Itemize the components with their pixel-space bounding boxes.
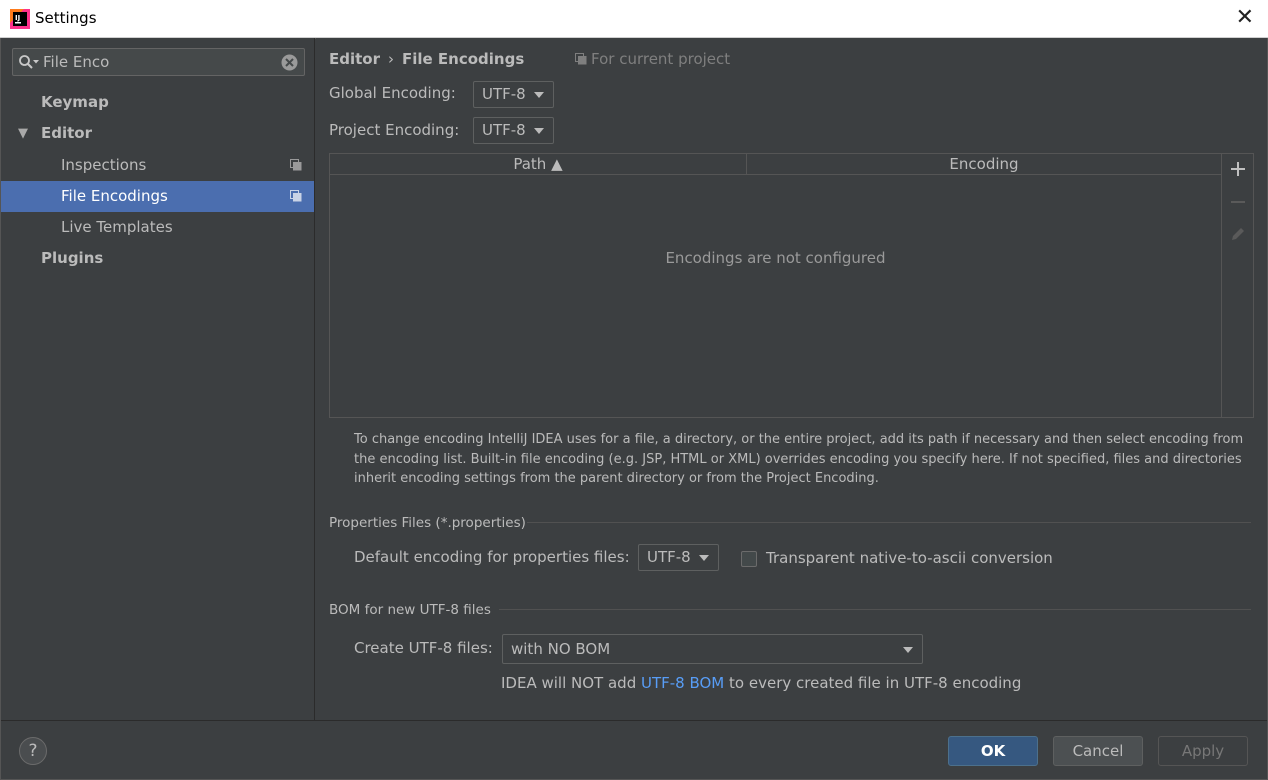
dropdown-value: with NO BOM [511,640,611,658]
sidebar-item-live-templates[interactable]: Live Templates [1,212,314,243]
dropdown-value: UTF-8 [647,548,691,566]
create-utf8-label: Create UTF-8 files: [354,639,493,657]
breadcrumb-separator: › [388,50,394,68]
close-icon[interactable]: ✕ [1236,5,1254,31]
project-encoding-label: Project Encoding: [329,121,460,139]
search-input[interactable] [43,51,273,73]
sidebar-item-label: Plugins [41,249,104,267]
scope-label: For current project [591,50,731,68]
bom-note-suffix: to every created file in UTF-8 encoding [724,674,1022,692]
ok-button[interactable]: OK [948,736,1038,766]
bom-note: IDEA will NOT add UTF-8 BOM to every cre… [501,674,1021,692]
column-header-encoding[interactable]: Encoding [747,154,1221,174]
settings-sidebar: Keymap ▼ Editor Inspections File Encodin… [1,38,315,720]
search-icon[interactable] [18,54,40,70]
encodings-table[interactable]: Path ▲ Encoding Encodings are not config… [329,153,1222,418]
group-divider [499,609,1251,610]
transparent-native-to-ascii-label[interactable]: Transparent native-to-ascii conversion [766,549,1053,567]
breadcrumb: Editor › File Encodings For current projec… [329,48,730,70]
window-title: Settings [35,9,97,27]
encoding-description: To change encoding IntelliJ IDEA uses fo… [354,432,1244,486]
properties-encoding-label: Default encoding for properties files: [354,548,630,566]
global-encoding-label: Global Encoding: [329,84,456,102]
utf8-bom-link[interactable]: UTF-8 BOM [641,674,724,692]
project-encoding-dropdown[interactable]: UTF-8 [473,117,554,144]
sidebar-item-file-encodings[interactable]: File Encodings [1,181,314,212]
project-scope-note: For current project [575,48,730,70]
chevron-down-icon [903,647,913,653]
chevron-down-icon [534,128,544,134]
sidebar-item-inspections[interactable]: Inspections [1,150,314,181]
table-header: Path ▲ Encoding [330,154,1221,175]
bom-note-prefix: IDEA will NOT add [501,674,641,692]
group-divider [527,522,1251,523]
sidebar-item-plugins[interactable]: Plugins [1,243,314,274]
transparent-native-to-ascii-checkbox[interactable] [741,551,757,567]
column-header-path[interactable]: Path ▲ [330,154,746,174]
project-scope-icon [290,190,302,202]
apply-button[interactable]: Apply [1158,736,1248,766]
settings-search[interactable] [12,48,305,76]
properties-group-title: Properties Files (*.properties) [329,515,526,531]
sidebar-item-label: Keymap [41,93,109,111]
settings-content: Editor › File Encodings For current projec… [316,38,1267,720]
project-scope-icon [290,159,302,171]
sidebar-item-label: Editor [41,124,92,142]
sidebar-item-keymap[interactable]: Keymap [1,87,314,118]
breadcrumb-parent[interactable]: Editor [329,50,380,68]
sidebar-item-label: File Encodings [61,187,168,205]
create-utf8-dropdown[interactable]: with NO BOM [502,634,923,664]
edit-pencil-icon[interactable] [1228,224,1248,244]
project-scope-icon [575,53,587,65]
clear-search-icon[interactable] [281,54,298,71]
add-icon[interactable] [1228,159,1248,179]
cancel-button[interactable]: Cancel [1053,736,1143,766]
sidebar-item-label: Live Templates [61,218,173,236]
intellij-logo-icon: IJ [10,9,30,29]
dropdown-value: UTF-8 [482,85,526,103]
window-titlebar: IJ Settings ✕ [0,0,1268,38]
svg-text:IJ: IJ [15,14,20,22]
expand-arrow-icon[interactable]: ▼ [18,118,28,149]
table-toolbar [1222,153,1254,418]
dialog-footer: ? OK Cancel Apply [1,720,1267,779]
table-empty-text: Encodings are not configured [665,249,886,267]
dropdown-value: UTF-8 [482,121,526,139]
sidebar-item-editor[interactable]: ▼ Editor [1,118,314,149]
global-encoding-dropdown[interactable]: UTF-8 [473,81,554,108]
bom-group-title: BOM for new UTF-8 files [329,602,491,618]
remove-icon[interactable] [1228,192,1248,212]
help-button[interactable]: ? [19,737,47,765]
properties-encoding-dropdown[interactable]: UTF-8 [638,544,719,571]
chevron-down-icon [534,92,544,98]
sidebar-item-label: Inspections [61,156,147,174]
breadcrumb-current: File Encodings [402,50,525,68]
chevron-down-icon [699,555,709,561]
